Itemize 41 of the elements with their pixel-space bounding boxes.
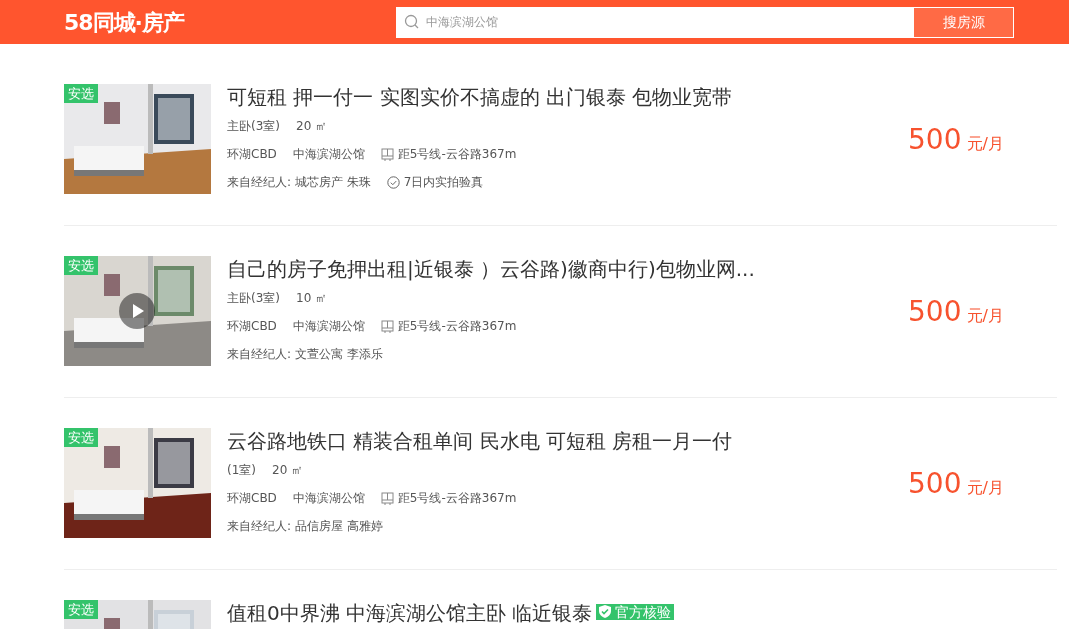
area-text: 20 ㎡ — [296, 118, 328, 135]
listing-title[interactable]: 值租0中界沸 中海滨湖公馆主卧 临近银泰 — [227, 601, 593, 625]
price-unit: 元/月 — [966, 478, 1004, 497]
complex-text: 中海滨湖公馆 — [292, 146, 365, 163]
agent-text: 来自经纪人: 城芯房产 朱珠 — [227, 174, 371, 191]
subway-text: 距5号线-云谷路367m — [397, 490, 517, 507]
shield-check-icon — [599, 605, 612, 618]
complex-text: 中海滨湖公馆 — [292, 318, 365, 335]
metro-icon — [380, 319, 394, 333]
metro-icon — [380, 491, 394, 505]
price-text: 500 — [908, 467, 962, 500]
search-icon — [404, 14, 420, 30]
agent-text: 来自经纪人: 文萱公寓 李添乐 — [227, 346, 383, 363]
tag-label: 安选 — [64, 600, 98, 619]
play-icon[interactable] — [119, 293, 155, 329]
subway-text: 距5号线-云谷路367m — [397, 146, 517, 163]
district-text: 环湖CBD — [227, 490, 277, 507]
price-text: 500 — [908, 123, 962, 156]
tag-label: 安选 — [64, 256, 98, 275]
listing-title[interactable]: 可短租 押一付一 实图实价不搞虚的 出门银泰 包物业宽带 — [227, 85, 733, 109]
district-text: 环湖CBD — [227, 318, 277, 335]
agent-text: 来自经纪人: 品信房屋 高雅婷 — [227, 518, 383, 535]
listing-title[interactable]: 自己的房子免押出租|近银泰 ）云谷路)徽商中行)包物业网... — [227, 257, 755, 281]
price-text: 500 — [908, 295, 962, 328]
verify-text: 7日内实拍验真 — [403, 174, 484, 191]
metro-icon — [380, 147, 394, 161]
price-unit: 元/月 — [966, 134, 1004, 153]
complex-text: 中海滨湖公馆 — [292, 490, 365, 507]
listing-title[interactable]: 云谷路地铁口 精装合租单间 民水电 可短租 房租一月一付 — [227, 429, 733, 453]
area-text: 10 ㎡ — [296, 290, 328, 307]
check-circle-icon — [386, 175, 400, 189]
area-text: 20 ㎡ — [272, 462, 304, 479]
room-type: 主卧(3室) — [227, 290, 280, 307]
tag-label: 安选 — [64, 84, 98, 103]
price-unit: 元/月 — [966, 306, 1004, 325]
verified-badge: 官方核验 — [596, 604, 675, 620]
room-type: 主卧(3室) — [227, 118, 280, 135]
room-type: (1室) — [227, 462, 256, 479]
district-text: 环湖CBD — [227, 146, 277, 163]
tag-label: 安选 — [64, 428, 98, 447]
subway-text: 距5号线-云谷路367m — [397, 318, 517, 335]
